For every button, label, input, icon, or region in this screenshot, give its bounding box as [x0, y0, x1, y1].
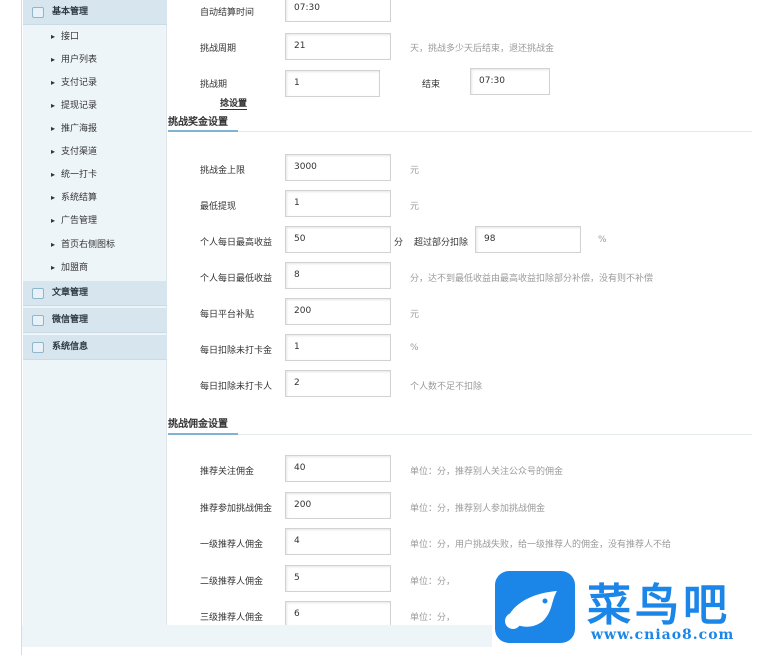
auto-settle-time-input[interactable]: 07:30 — [285, 0, 391, 22]
level1-commission-input[interactable]: 4 — [285, 528, 391, 555]
field-label: 个人每日最低收益 — [200, 274, 273, 284]
max-daily-income-input[interactable]: 50 — [285, 226, 391, 253]
field-label: 最低提现 — [200, 202, 237, 212]
field-label: 每日扣除未打卡金 — [200, 346, 273, 356]
field-label: 结束 — [422, 80, 441, 90]
sidebar-item[interactable]: 用户列表 — [51, 52, 97, 68]
sidebar-section-articles[interactable]: 文章管理 — [23, 281, 167, 306]
settings-form: 自动结算时间 07:30 挑战周期 21 天，挑战多少天后结束，退还挑战金 挑战… — [168, 0, 778, 655]
section-divider — [168, 130, 752, 132]
field-note: 个人数不足不扣除 — [410, 382, 483, 392]
watermark: 菜鸟吧 www.cniao8.com — [495, 569, 775, 649]
field-label: 推荐关注佣金 — [200, 467, 255, 477]
unit-label: 分 — [394, 238, 404, 248]
brand-name: 菜鸟吧 — [587, 580, 731, 631]
field-label: 挑战金上限 — [200, 166, 246, 176]
field-label: 自动结算时间 — [200, 8, 255, 18]
follow-commission-input[interactable]: 40 — [285, 455, 391, 482]
deduct-missed-money-input[interactable]: 1 — [285, 334, 391, 361]
window-edge — [0, 0, 22, 655]
chat-icon — [32, 288, 44, 299]
section-title: 挑战奖金设置 — [168, 117, 228, 128]
field-note: 元 — [410, 166, 420, 176]
field-note: 单位：分，推荐别人参加挑战佣金 — [410, 504, 546, 514]
field-note: 单位：分， — [410, 577, 456, 587]
sidebar: 基本管理 接口 用户列表 支付记录 提现记录 推广海报 支付渠道 统一打卡 系统… — [23, 0, 167, 625]
platform-subsidy-input[interactable]: 200 — [285, 298, 391, 325]
level2-commission-input[interactable]: 5 — [285, 565, 391, 592]
min-daily-income-input[interactable]: 8 — [285, 262, 391, 289]
sidebar-item[interactable]: 提现记录 — [51, 98, 97, 114]
sidebar-item[interactable]: 统一打卡 — [51, 167, 97, 183]
sidebar-item[interactable]: 接口 — [51, 29, 79, 45]
bird-logo-icon — [495, 571, 575, 643]
sidebar-item[interactable]: 加盟商 — [51, 260, 88, 276]
sidebar-item[interactable]: 支付渠道 — [51, 144, 97, 160]
end-time-input[interactable]: 07:30 — [470, 68, 550, 95]
field-label: 推荐参加挑战佣金 — [200, 504, 273, 514]
partial-heading: 捻设置 — [220, 96, 248, 110]
field-label: 挑战期 — [200, 80, 228, 90]
chat-icon — [32, 315, 44, 326]
horizontal-scrollbar[interactable] — [22, 625, 492, 647]
field-note: 分，达不到最低收益由最高收益扣除部分补偿，没有则不补偿 — [410, 274, 654, 284]
period-input[interactable]: 1 — [285, 70, 380, 97]
min-withdraw-input[interactable]: 1 — [285, 190, 391, 217]
field-note: 单位：分，用户挑战失败，给一级推荐人的佣金，没有推荐人不给 — [410, 540, 672, 550]
field-label: 每日扣除未打卡人 — [200, 382, 273, 392]
join-commission-input[interactable]: 200 — [285, 492, 391, 519]
brand-url: www.cniao8.com — [591, 627, 735, 643]
field-label: 超过部分扣除 — [414, 238, 469, 248]
max-challenge-input[interactable]: 3000 — [285, 154, 391, 181]
field-label: 挑战周期 — [200, 44, 237, 54]
excess-deduct-input[interactable]: 98 — [475, 226, 581, 253]
chat-icon — [32, 342, 44, 353]
sidebar-item[interactable]: 广告管理 — [51, 213, 97, 229]
level3-commission-input[interactable]: 6 — [285, 601, 391, 628]
sidebar-item[interactable]: 首页右侧图标 — [51, 237, 115, 253]
cycle-input[interactable]: 21 — [285, 33, 391, 60]
sidebar-item[interactable]: 推广海报 — [51, 121, 97, 137]
section-divider — [168, 433, 752, 435]
sidebar-section-wechat[interactable]: 微信管理 — [23, 308, 167, 333]
field-note: % — [598, 235, 607, 245]
field-label: 二级推荐人佣金 — [200, 577, 264, 587]
sidebar-item[interactable]: 支付记录 — [51, 75, 97, 91]
field-note: 元 — [410, 202, 420, 212]
sidebar-item[interactable]: 系统结算 — [51, 190, 97, 206]
field-label: 一级推荐人佣金 — [200, 540, 264, 550]
field-note: 天，挑战多少天后结束，退还挑战金 — [410, 44, 555, 54]
field-note: 单位：分，推荐别人关注公众号的佣金 — [410, 467, 564, 477]
field-label: 三级推荐人佣金 — [200, 613, 264, 623]
sidebar-section-basic[interactable]: 基本管理 — [23, 0, 167, 25]
field-note: 元 — [410, 310, 420, 320]
field-note: % — [410, 343, 419, 353]
field-note: 单位：分， — [410, 613, 456, 623]
field-label: 每日平台补贴 — [200, 310, 255, 320]
field-label: 个人每日最高收益 — [200, 238, 273, 248]
folder-icon — [32, 7, 44, 18]
section-title: 挑战佣金设置 — [168, 419, 228, 430]
deduct-missed-people-input[interactable]: 2 — [285, 370, 391, 397]
sidebar-section-system[interactable]: 系统信息 — [23, 335, 167, 360]
